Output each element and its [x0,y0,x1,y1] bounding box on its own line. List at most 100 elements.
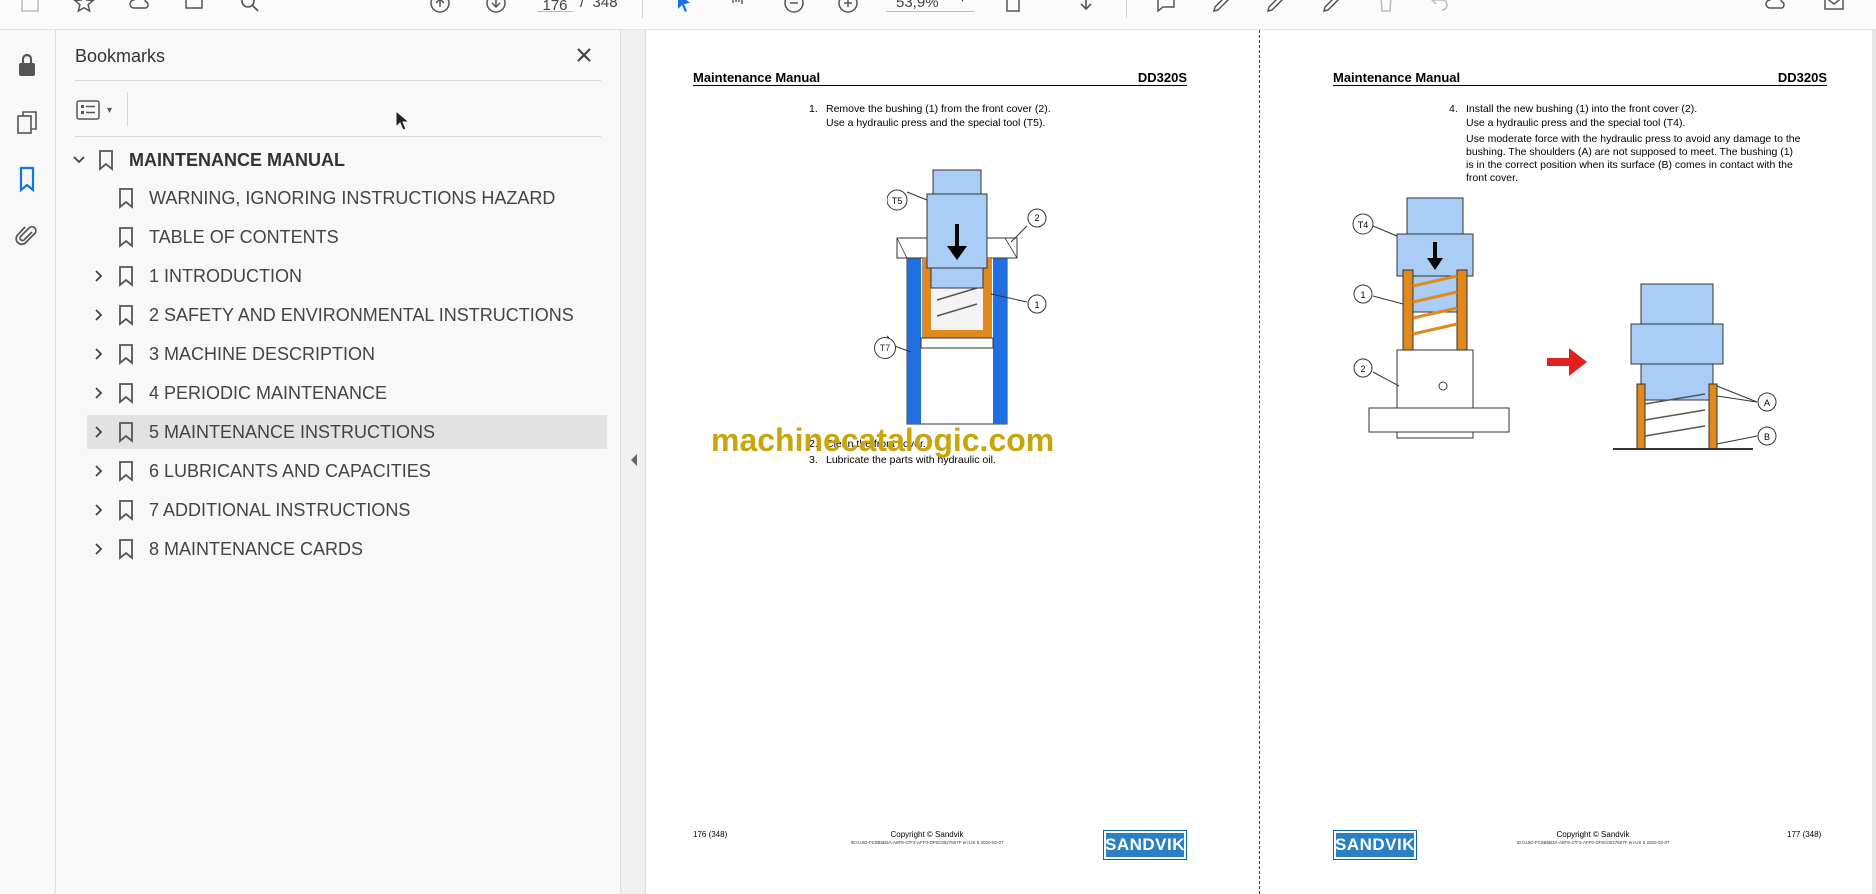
bookmark-item-additional-instructions[interactable]: 7 ADDITIONAL INSTRUCTIONS [87,493,587,527]
document-id: ID:GUID-FC6B5B3A-A8F9-47F3-AFF0-DF6C0027… [1516,840,1670,845]
bookmark-item-table-of-contents[interactable]: TABLE OF CONTENTS [87,220,587,254]
bookmark-icon [115,420,137,444]
pages-icon[interactable] [12,108,42,138]
bookmark-item-lubricants[interactable]: 6 LUBRICANTS AND CAPACITIES [87,454,587,488]
bookmark-root[interactable]: MAINTENANCE MANUAL [67,143,587,177]
bookmark-item-introduction[interactable]: 1 INTRODUCTION [87,259,587,293]
chevron-right-icon[interactable] [87,342,111,366]
chevron-right-icon[interactable] [87,381,111,405]
attachment-icon[interactable] [12,222,42,252]
bookmark-item-periodic-maintenance[interactable]: 4 PERIODIC MAINTENANCE [87,376,587,410]
chevron-right-icon[interactable] [87,537,111,561]
search-icon[interactable] [236,0,264,18]
zoom-in-icon[interactable] [834,0,862,18]
zoom-level-select[interactable]: 53,9%▾ [886,0,974,12]
bookmark-item-warning[interactable]: WARNING, IGNORING INSTRUCTIONS HAZARD [87,181,587,215]
chevron-down-icon[interactable] [67,148,91,172]
highlight-pen-icon[interactable] [1208,0,1236,18]
chevron-right-icon[interactable] [87,459,111,483]
lock-icon[interactable] [12,50,42,80]
select-cursor-icon[interactable] [670,0,698,18]
bookmark-label: 7 ADDITIONAL INSTRUCTIONS [149,499,411,520]
bookmark-label: MAINTENANCE MANUAL [129,149,345,170]
panel-resize-handle[interactable] [620,30,646,894]
bookmark-icon [95,148,117,172]
divider [75,80,601,81]
bookmark-icon [115,303,137,327]
undo-icon[interactable] [1426,0,1454,18]
edit-pencil-icon[interactable] [1318,0,1346,18]
step-1: 1. Remove the bushing (1) from the front… [809,103,1051,129]
svg-text:B: B [1764,432,1770,442]
mouse-cursor-icon [395,109,411,137]
divider [75,136,601,137]
bookmark-item-safety[interactable]: 2 SAFETY AND ENVIRONMENTAL INSTRUCTIONS [87,298,587,332]
bookmark-icon [115,459,137,483]
page-fit-icon[interactable] [1000,0,1028,18]
previous-page-icon[interactable] [426,0,454,18]
sandvik-logo: SANDVIK [1103,830,1187,860]
bookmark-options-button[interactable]: ▾ [75,94,121,126]
toolbar-divider [1126,0,1127,18]
chevron-right-icon[interactable] [87,420,111,444]
page-divider [1259,30,1260,894]
next-page-icon[interactable] [482,0,510,18]
comment-icon[interactable] [1152,0,1180,18]
toolbar-divider [642,0,643,18]
bookmark-label: 1 INTRODUCTION [149,265,302,286]
bookmark-icon [115,264,137,288]
callout-2: 2 [1010,208,1047,243]
watermark: machinecatalogic.com [711,422,1055,458]
vertical-scrollbar[interactable] [1872,30,1876,894]
upload-cloud-icon[interactable] [126,0,154,18]
page-number-input[interactable] [537,0,573,12]
bookmark-icon [115,225,137,249]
page-number: 176 (348) [693,830,728,839]
step-4: 4. Install the new bushing (1) into the … [1449,103,1801,184]
collapse-panel-icon[interactable] [628,452,640,468]
bookmark-icon [115,537,137,561]
save-icon[interactable] [16,0,44,18]
hand-tool-icon[interactable] [724,0,752,18]
svg-text:2: 2 [1360,364,1365,374]
document-id: ID:GUID-FC6B5B3A-A8F9-47F3-AFF0-DF6C0027… [850,840,1004,845]
callout-2: 2 [1353,358,1400,387]
scroll-mode-icon[interactable] [1072,0,1100,18]
list-options-icon [76,100,100,120]
callout-a: A [1716,385,1777,412]
header-model: DD320S [1777,70,1827,85]
draw-freeform-icon[interactable] [1262,0,1290,18]
document-view[interactable]: Maintenance Manual DD320S 1. Remove the … [647,30,1876,894]
share-cloud-icon[interactable] [1762,0,1790,18]
header-title: Maintenance Manual [693,70,821,85]
callout-t7-label: T7 [874,337,896,359]
svg-text:1: 1 [1360,290,1365,300]
copyright: Copyright © Sandvik [1556,830,1630,839]
bookmark-item-machine-description[interactable]: 3 MACHINE DESCRIPTION [87,337,587,371]
chevron-right-icon[interactable] [87,264,111,288]
bushing-install-diagram: T4 1 2 A B [1352,197,1777,450]
bookmark-item-maintenance-cards[interactable]: 8 MAINTENANCE CARDS [87,532,587,566]
chevron-right-icon[interactable] [87,303,111,327]
print-icon[interactable] [180,0,208,18]
bookmark-label: 4 PERIODIC MAINTENANCE [149,382,388,403]
bookmarks-panel: Bookmarks ▾ MAINTENANCE MANUAL WARNING, … [57,30,620,894]
sandvik-logo: SANDVIK [1333,830,1417,860]
panel-title: Bookmarks [75,46,166,66]
trash-icon[interactable] [1372,0,1400,18]
mail-icon[interactable] [1820,0,1848,18]
bookmark-icon [115,186,137,210]
close-icon[interactable] [571,42,597,68]
bookmark-icon[interactable] [12,164,42,194]
zoom-out-icon[interactable] [780,0,808,18]
bookmark-item-maintenance-instructions[interactable]: 5 MAINTENANCE INSTRUCTIONS [87,415,607,449]
bookmark-icon [115,381,137,405]
bookmark-label: 6 LUBRICANTS AND CAPACITIES [149,460,431,481]
star-icon[interactable] [70,0,98,18]
page-header: Maintenance Manual DD320S [693,70,1187,86]
svg-text:1: 1 [1034,300,1039,310]
bookmark-label: TABLE OF CONTENTS [149,226,339,247]
left-rail [0,30,56,894]
chevron-right-icon[interactable] [87,498,111,522]
